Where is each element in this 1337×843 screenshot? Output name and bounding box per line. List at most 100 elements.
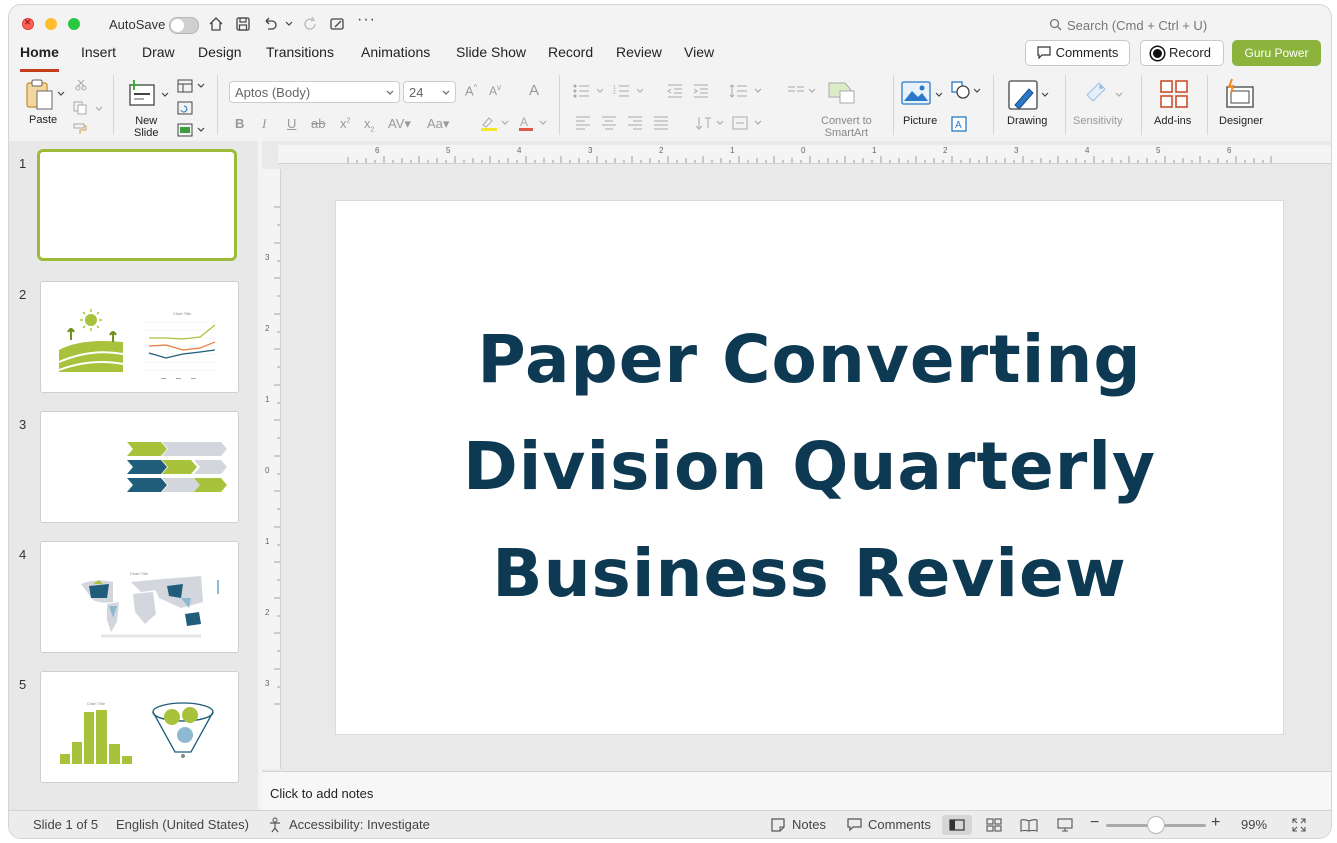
- section-icon[interactable]: [177, 123, 193, 137]
- bold-icon[interactable]: B: [235, 116, 244, 131]
- picture-dropdown-icon[interactable]: [935, 92, 943, 98]
- text-box-icon[interactable]: A: [951, 116, 967, 132]
- accessibility-status[interactable]: Accessibility: Investigate: [289, 817, 430, 832]
- tab-view[interactable]: View: [684, 43, 714, 69]
- zoom-slider-handle[interactable]: [1148, 817, 1164, 833]
- save-icon[interactable]: [235, 16, 251, 32]
- close-window-button[interactable]: [22, 15, 34, 30]
- slide-canvas[interactable]: Paper Converting Division Quarterly Busi…: [336, 201, 1283, 734]
- shapes-dropdown-icon[interactable]: [973, 88, 981, 94]
- underline-icon[interactable]: U: [287, 116, 296, 131]
- search-input[interactable]: Search (Cmd + Ctrl + U): [1067, 18, 1207, 33]
- format-painter-icon[interactable]: [73, 123, 87, 135]
- columns-icon[interactable]: [787, 83, 819, 99]
- paste-icon[interactable]: [25, 79, 55, 111]
- change-case-icon[interactable]: Aa▾: [427, 116, 449, 132]
- more-icon[interactable]: ···: [357, 11, 376, 29]
- text-direction-icon[interactable]: [695, 115, 725, 131]
- align-right-icon[interactable]: [627, 116, 643, 130]
- font-color-icon[interactable]: A: [517, 115, 547, 131]
- add-ins-icon[interactable]: [1159, 79, 1189, 109]
- accessibility-icon[interactable]: [268, 817, 282, 833]
- align-center-icon[interactable]: [601, 116, 617, 130]
- line-spacing-icon[interactable]: [729, 83, 765, 99]
- decrease-font-size-icon[interactable]: Av: [489, 83, 501, 98]
- tab-slide-show[interactable]: Slide Show: [456, 43, 526, 69]
- notes-pane[interactable]: Click to add notes: [262, 771, 1331, 811]
- zoom-in-button[interactable]: +: [1211, 814, 1220, 832]
- home-icon[interactable]: [208, 16, 224, 32]
- zoom-level[interactable]: 99%: [1241, 817, 1267, 832]
- undo-icon[interactable]: [262, 16, 278, 32]
- justify-icon[interactable]: [653, 116, 669, 130]
- zoom-window-button[interactable]: [68, 18, 80, 30]
- picture-icon[interactable]: [901, 81, 931, 105]
- notes-placeholder[interactable]: Click to add notes: [270, 786, 373, 801]
- copy-dropdown-icon[interactable]: [95, 106, 103, 112]
- slide-thumbnail-1[interactable]: [37, 149, 237, 261]
- tab-design[interactable]: Design: [198, 43, 242, 69]
- zoom-out-button[interactable]: −: [1090, 814, 1099, 832]
- redo-icon[interactable]: [303, 16, 319, 32]
- tab-review[interactable]: Review: [616, 43, 662, 69]
- fit-to-window-icon[interactable]: [1292, 818, 1306, 832]
- guru-power-button[interactable]: Guru Power: [1232, 40, 1321, 66]
- layout-dropdown-icon[interactable]: [197, 83, 205, 89]
- align-left-icon[interactable]: [575, 116, 591, 130]
- highlight-color-icon[interactable]: [479, 115, 509, 131]
- align-text-icon[interactable]: [731, 115, 765, 131]
- superscript-icon[interactable]: x2: [340, 116, 350, 131]
- minimize-window-button[interactable]: [45, 18, 57, 30]
- tab-animations[interactable]: Animations: [361, 43, 430, 69]
- section-dropdown-icon[interactable]: [197, 127, 205, 133]
- strikethrough-icon[interactable]: ab: [311, 116, 325, 131]
- slide-editor[interactable]: 6 5 4 3 2 1 0 1 2 3 4 5 6 3 2 1 0 1 2 3 …: [262, 141, 1331, 771]
- slide-thumbnail-5[interactable]: Chart Title: [40, 671, 239, 783]
- slide-thumbnail-3[interactable]: [40, 411, 239, 523]
- layout-icon[interactable]: [177, 79, 193, 93]
- font-name-select[interactable]: Aptos (Body): [229, 81, 400, 103]
- notes-icon[interactable]: [771, 818, 785, 832]
- new-slide-dropdown-icon[interactable]: [161, 92, 169, 98]
- slide-title[interactable]: Paper Converting Division Quarterly Busi…: [396, 306, 1223, 627]
- slide-thumbnail-pane[interactable]: 1 2 Chart Title 3 4 Chart Title 5 Chart …: [9, 141, 258, 810]
- font-size-select[interactable]: 24: [403, 81, 456, 103]
- slide-sorter-icon[interactable]: [986, 818, 1002, 832]
- sensitivity-dropdown-icon[interactable]: [1115, 92, 1123, 98]
- slide-thumbnail-2[interactable]: Chart Title: [40, 281, 239, 393]
- increase-font-size-icon[interactable]: A^: [465, 83, 477, 98]
- shapes-icon[interactable]: [951, 81, 971, 99]
- tab-home[interactable]: Home: [20, 43, 59, 72]
- increase-indent-icon[interactable]: [693, 84, 709, 98]
- clear-formatting-icon[interactable]: A: [529, 82, 539, 99]
- new-slide-icon[interactable]: [127, 79, 157, 109]
- language-status[interactable]: English (United States): [116, 817, 249, 832]
- autosave-toggle[interactable]: [169, 17, 199, 34]
- paste-dropdown-icon[interactable]: [57, 91, 65, 97]
- convert-smartart-icon[interactable]: [827, 79, 857, 105]
- decrease-indent-icon[interactable]: [667, 84, 683, 98]
- customize-toolbar-icon[interactable]: [329, 16, 345, 32]
- reading-view-icon[interactable]: [1020, 818, 1038, 832]
- tab-draw[interactable]: Draw: [142, 43, 175, 69]
- tab-insert[interactable]: Insert: [81, 43, 116, 69]
- cut-icon[interactable]: [75, 79, 87, 91]
- italic-icon[interactable]: I: [262, 116, 266, 132]
- subscript-icon[interactable]: x2: [364, 116, 374, 134]
- tab-record[interactable]: Record: [548, 43, 593, 69]
- undo-dropdown-icon[interactable]: [285, 21, 293, 27]
- slide-thumbnail-4[interactable]: Chart Title: [40, 541, 239, 653]
- numbering-icon[interactable]: 12: [613, 84, 645, 98]
- character-spacing-icon[interactable]: AV▾: [388, 116, 411, 132]
- copy-icon[interactable]: [73, 101, 87, 115]
- notes-toggle-button[interactable]: Notes: [792, 817, 826, 832]
- record-button[interactable]: Record: [1140, 40, 1224, 66]
- normal-view-button[interactable]: [942, 815, 972, 835]
- comments-toggle-button[interactable]: Comments: [868, 817, 931, 832]
- tab-transitions[interactable]: Transitions: [266, 43, 334, 69]
- comments-button[interactable]: Comments: [1025, 40, 1130, 66]
- sensitivity-icon[interactable]: [1083, 79, 1111, 107]
- designer-icon[interactable]: [1224, 77, 1256, 109]
- bullets-icon[interactable]: [573, 84, 605, 98]
- slide-show-icon[interactable]: [1057, 818, 1073, 832]
